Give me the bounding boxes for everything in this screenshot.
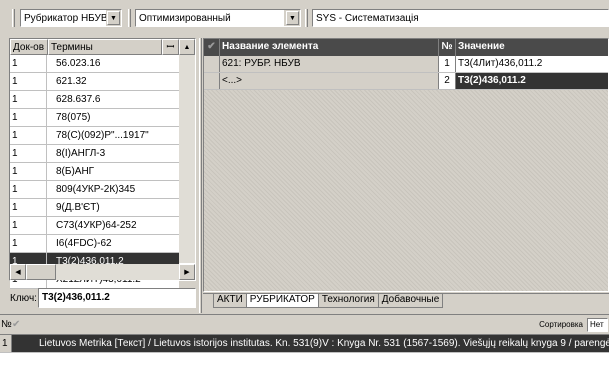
row-doc-count: 1: [10, 91, 47, 108]
table-row[interactable]: 1 78(С)(092)Р"...1917": [10, 127, 179, 145]
table-row[interactable]: 621: РУБР. НБУВ 1 Т3(4Лит)436,011.2: [204, 56, 608, 73]
row-term: С73(4УКР)64-252: [56, 220, 137, 231]
table-row[interactable]: <...> 2 Т3(2)436,011.2: [204, 73, 608, 90]
check-icon: ✔: [204, 39, 220, 56]
table-row[interactable]: 1 9(Д.В'ЄТ): [10, 199, 179, 217]
row-doc-count: 1: [10, 163, 47, 180]
elements-table: ✔ Название элемента № Значение 621: РУБР…: [203, 38, 609, 292]
tab-3[interactable]: Технология: [317, 294, 379, 308]
row-term: 9(Д.В'ЄТ): [56, 202, 100, 213]
row-term: 78(С)(092)Р"...1917": [56, 130, 149, 141]
row-doc-count: 1: [10, 127, 47, 144]
row-element-name: 621: РУБР. НБУВ: [220, 56, 439, 72]
sort-label: Сортировка: [539, 320, 583, 329]
mode-select-value: Оптимизированный: [136, 10, 284, 26]
key-label: Ключ:: [10, 293, 37, 304]
column-value[interactable]: Значение: [456, 39, 608, 56]
row-doc-count: 1: [10, 109, 47, 126]
sort-select[interactable]: Нет: [587, 317, 608, 332]
tab-bar: АКТИ РУБРИКАТОР Технология Добавочные: [203, 293, 609, 313]
toolbar-grip[interactable]: [12, 9, 15, 27]
check-icon: ✔: [12, 319, 21, 330]
toolbar: Рубрикатор НБУВ ▼ Оптимизированный ▼ SYS…: [0, 0, 609, 40]
mode-select[interactable]: Оптимизированный ▼: [135, 9, 301, 27]
table-row[interactable]: 1 628.637.6: [10, 91, 179, 109]
bottom-column-no[interactable]: №: [0, 316, 12, 334]
chevron-down-icon[interactable]: ▼: [107, 11, 120, 25]
chevron-down-icon[interactable]: ▼: [286, 11, 299, 25]
tab-2[interactable]: РУБРИКАТОР: [245, 294, 319, 308]
table-row[interactable]: 1 78(075): [10, 109, 179, 127]
table-row[interactable]: 1 56.023.16: [10, 55, 179, 73]
vertical-splitter[interactable]: [199, 38, 202, 313]
row-doc-count: 1: [10, 145, 47, 162]
row-term: 809(4УКР-2К)345: [56, 184, 136, 195]
table-row[interactable]: 1 С73(4УКР)64-252: [10, 217, 179, 235]
column-no[interactable]: №: [439, 39, 456, 56]
row-value: Т3(2)436,011.2: [456, 73, 608, 89]
terms-table: Док-ов Термины ꟷ 1 56.023.16 1 621.32 1 628.6…: [9, 38, 196, 289]
row-doc-count: 1: [10, 181, 47, 198]
bottom-list: 1 Lietuvos Metrika [Текст] / Lietuvos ist…: [0, 335, 609, 353]
terms-vscrollbar[interactable]: ▲: [179, 39, 195, 263]
column-element-name[interactable]: Название элемента: [220, 39, 439, 56]
terms-hscrollbar[interactable]: ◀ ▶: [10, 264, 195, 280]
row-term: 78(075): [56, 112, 91, 123]
row-no: 1: [0, 335, 12, 352]
tab-4[interactable]: Добавочные: [377, 294, 444, 308]
tab-1[interactable]: АКТИ: [213, 294, 247, 308]
table-row[interactable]: 1 8(І)АНГЛ-3: [10, 145, 179, 163]
system-field[interactable]: SYS - Систематизація: [312, 9, 609, 27]
table-row[interactable]: 1 І6(4FDC)-62: [10, 235, 179, 253]
terms-list: 1 56.023.16 1 621.32 1 628.637.6 1 78(075) 1 78(С…: [10, 55, 179, 289]
rubricator-select[interactable]: Рубрикатор НБУВ ▼: [20, 9, 122, 27]
toolbar-grip[interactable]: [128, 9, 131, 27]
row-doc-count: 1: [10, 235, 47, 252]
row-value: Т3(4Лит)436,011.2: [456, 56, 608, 72]
scroll-left-icon[interactable]: ◀: [10, 264, 26, 280]
row-no: 2: [439, 73, 456, 89]
row-doc-count: 1: [10, 199, 47, 216]
bottom-grid: № ✔ Сортировка Нет 1 Lietuvos Metrika [Те…: [0, 314, 609, 372]
table-row[interactable]: 1 8(Б)АНГ: [10, 163, 179, 181]
scroll-thumb[interactable]: [26, 264, 56, 280]
row-no: 1: [439, 56, 456, 72]
row-doc-count: 1: [10, 55, 47, 72]
list-item[interactable]: 1 Lietuvos Metrika [Текст] / Lietuvos ist…: [0, 335, 609, 353]
row-term: 8(Б)АНГ: [56, 166, 95, 177]
row-text: Lietuvos Metrika [Текст] / Lietuvos isto…: [12, 335, 609, 352]
pin-icon[interactable]: ꟷ: [162, 38, 179, 55]
row-term: 56.023.16: [56, 58, 101, 69]
row-doc-count: 1: [10, 217, 47, 234]
elements-list: 621: РУБР. НБУВ 1 Т3(4Лит)436,011.2 <...> 2 Т…: [204, 56, 608, 90]
scroll-right-icon[interactable]: ▶: [179, 264, 195, 280]
row-term: 628.637.6: [56, 94, 101, 105]
rubricator-select-value: Рубрикатор НБУВ: [21, 10, 106, 26]
row-term: 621.32: [56, 76, 87, 87]
table-row[interactable]: 1 621.32: [10, 73, 179, 91]
row-element-name: <...>: [220, 73, 439, 89]
row-doc-count: 1: [10, 73, 47, 90]
terms-table-header: Док-ов Термины ꟷ: [10, 38, 179, 55]
row-term: І6(4FDC)-62: [56, 238, 112, 249]
column-docs[interactable]: Док-ов: [10, 38, 48, 55]
column-terms[interactable]: Термины: [48, 38, 162, 55]
system-field-value: SYS - Систематизація: [313, 10, 608, 26]
toolbar-grip[interactable]: [305, 9, 308, 27]
scroll-up-icon[interactable]: ▲: [179, 39, 195, 55]
table-row[interactable]: 1 809(4УКР-2К)345: [10, 181, 179, 199]
row-term: 8(І)АНГЛ-3: [56, 148, 106, 159]
key-input[interactable]: Т3(2)436,011.2: [38, 288, 196, 308]
